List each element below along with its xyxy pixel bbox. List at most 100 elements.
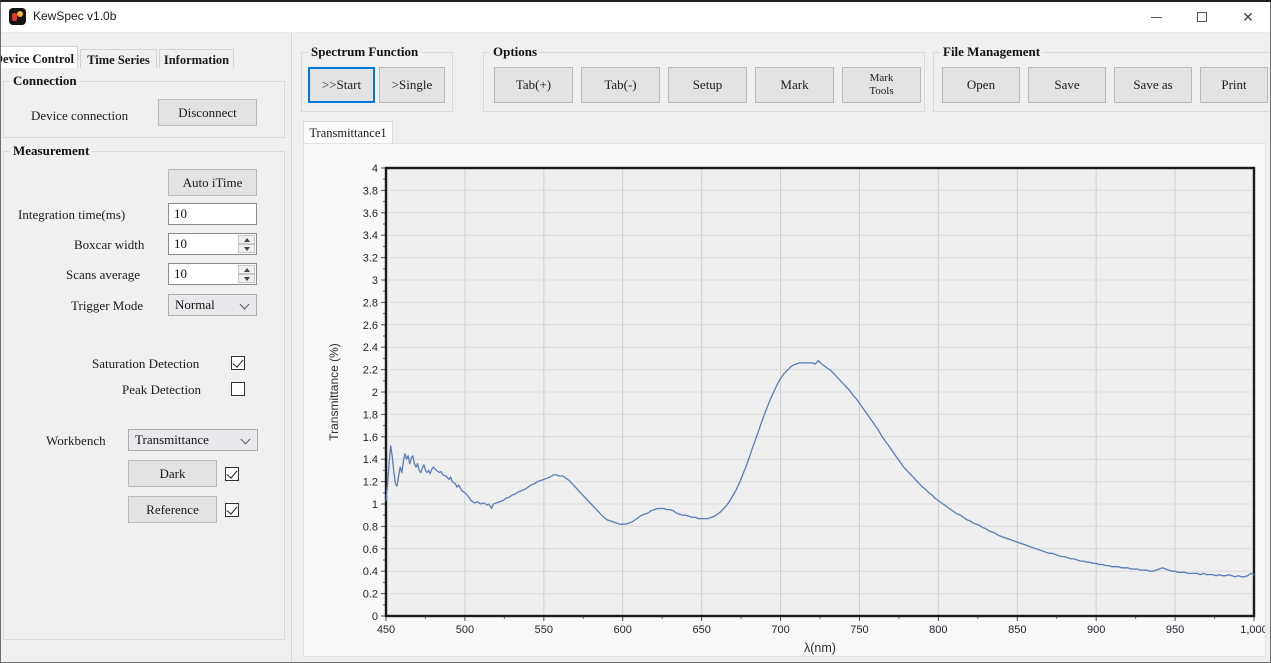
svg-text:0.2: 0.2 <box>363 589 378 601</box>
svg-text:4: 4 <box>372 163 378 175</box>
workbench-select[interactable]: Transmittance <box>128 429 258 451</box>
svg-text:0: 0 <box>372 611 378 623</box>
file-management-title: File Management <box>940 44 1043 60</box>
maximize-icon <box>1197 12 1207 22</box>
print-button[interactable]: Print <box>1200 67 1268 103</box>
maximize-button[interactable] <box>1179 2 1225 32</box>
svg-text:750: 750 <box>850 624 868 636</box>
boxcar-width-label: Boxcar width <box>74 237 144 253</box>
svg-text:700: 700 <box>771 624 789 636</box>
peak-detection-checkbox[interactable] <box>231 382 245 396</box>
svg-text:850: 850 <box>1008 624 1026 636</box>
close-button[interactable]: ✕ <box>1225 2 1271 32</box>
tab-transmittance1[interactable]: Transmittance1 <box>303 121 393 144</box>
svg-text:1,000: 1,000 <box>1240 624 1265 636</box>
svg-text:3.6: 3.6 <box>363 208 378 220</box>
integration-time-label: Integration time(ms) <box>18 207 125 223</box>
scans-average-label: Scans average <box>66 267 140 283</box>
svg-text:600: 600 <box>614 624 632 636</box>
svg-text:1: 1 <box>372 499 378 511</box>
svg-text:500: 500 <box>456 624 474 636</box>
svg-text:Transmittance (%): Transmittance (%) <box>327 343 341 441</box>
svg-text:550: 550 <box>535 624 553 636</box>
reference-checkbox[interactable] <box>225 503 239 517</box>
connection-group-title: Connection <box>10 73 80 89</box>
svg-text:3: 3 <box>372 275 378 287</box>
device-connection-label: Device connection <box>31 108 128 124</box>
svg-text:650: 650 <box>692 624 710 636</box>
workbench-value: Transmittance <box>135 432 209 447</box>
scans-down-icon[interactable] <box>238 274 255 283</box>
transmittance-chart[interactable]: 00.20.40.60.811.21.41.61.822.22.42.62.83… <box>304 144 1265 656</box>
disconnect-button[interactable]: Disconnect <box>158 99 257 126</box>
svg-text:3.8: 3.8 <box>363 185 378 197</box>
measurement-group: Measurement Auto iTime Integration time(… <box>3 151 285 640</box>
svg-text:1.2: 1.2 <box>363 477 378 489</box>
file-management-group: File Management Open Save Save as Print <box>933 52 1269 112</box>
svg-text:900: 900 <box>1087 624 1105 636</box>
trigger-chevron-down-icon <box>240 300 250 310</box>
save-button[interactable]: Save <box>1028 67 1106 103</box>
minimize-button[interactable] <box>1133 2 1179 32</box>
scans-up-icon[interactable] <box>238 265 255 274</box>
spectrum-chart-panel: 00.20.40.60.811.21.41.61.822.22.42.62.83… <box>303 143 1266 657</box>
boxcar-width-value: 10 <box>174 236 187 252</box>
svg-text:450: 450 <box>377 624 395 636</box>
app-icon <box>9 8 26 25</box>
svg-text:2: 2 <box>372 387 378 399</box>
svg-text:2.2: 2.2 <box>363 365 378 377</box>
auto-itime-button[interactable]: Auto iTime <box>168 169 257 196</box>
dark-button[interactable]: Dark <box>128 460 217 487</box>
options-title: Options <box>490 44 540 60</box>
measurement-group-title: Measurement <box>10 143 92 159</box>
trigger-mode-label: Trigger Mode <box>71 298 143 314</box>
svg-text:3.4: 3.4 <box>363 230 378 242</box>
dark-checkbox[interactable] <box>225 467 239 481</box>
saturation-detection-checkbox[interactable] <box>231 356 245 370</box>
close-icon: ✕ <box>1242 12 1254 22</box>
svg-text:3.2: 3.2 <box>363 253 378 265</box>
spectrum-function-group: Spectrum Function >>Start >Single <box>301 52 453 112</box>
options-group: Options Tab(+) Tab(-) Setup Mark Mark To… <box>483 52 925 112</box>
svg-text:1.6: 1.6 <box>363 432 378 444</box>
saturation-detection-label: Saturation Detection <box>92 356 199 372</box>
window-left-border <box>0 2 1 663</box>
tab-plus-button[interactable]: Tab(+) <box>494 67 573 103</box>
svg-text:1.8: 1.8 <box>363 409 378 421</box>
trigger-mode-select[interactable]: Normal <box>168 294 257 316</box>
save-as-button[interactable]: Save as <box>1114 67 1192 103</box>
boxcar-down-icon[interactable] <box>238 244 255 253</box>
svg-text:λ(nm): λ(nm) <box>804 641 836 655</box>
boxcar-width-stepper[interactable]: 10 <box>168 233 257 255</box>
workbench-chevron-down-icon <box>241 435 251 445</box>
boxcar-up-icon[interactable] <box>238 235 255 244</box>
svg-text:800: 800 <box>929 624 947 636</box>
svg-text:2.6: 2.6 <box>363 320 378 332</box>
tab-minus-button[interactable]: Tab(-) <box>581 67 660 103</box>
mark-button[interactable]: Mark <box>755 67 834 103</box>
svg-text:0.8: 0.8 <box>363 521 378 533</box>
window-title: KewSpec v1.0b <box>33 9 116 23</box>
start-button[interactable]: >>Start <box>308 67 375 103</box>
single-button[interactable]: >Single <box>379 67 445 103</box>
svg-text:0.6: 0.6 <box>363 544 378 556</box>
open-button[interactable]: Open <box>942 67 1020 103</box>
reference-button[interactable]: Reference <box>128 496 217 523</box>
workbench-label: Workbench <box>46 433 106 449</box>
peak-detection-label: Peak Detection <box>122 382 201 398</box>
mark-tools-button[interactable]: Mark Tools <box>842 67 921 103</box>
scans-average-value: 10 <box>174 266 187 282</box>
setup-button[interactable]: Setup <box>668 67 747 103</box>
trigger-mode-value: Normal <box>175 297 215 312</box>
svg-text:2.8: 2.8 <box>363 297 378 309</box>
tab-information[interactable]: Information <box>159 49 234 68</box>
connection-group: Connection Device connection Disconnect <box>3 81 285 138</box>
scans-average-stepper[interactable]: 10 <box>168 263 257 285</box>
integration-time-input[interactable]: 10 <box>168 203 257 225</box>
app-icon-yellow-dot <box>17 11 23 17</box>
tab-device-control[interactable]: Device Control <box>0 46 78 68</box>
minimize-icon <box>1151 17 1162 18</box>
svg-text:1.4: 1.4 <box>363 454 378 466</box>
tab-time-series[interactable]: Time Series <box>80 49 157 68</box>
svg-text:950: 950 <box>1166 624 1184 636</box>
